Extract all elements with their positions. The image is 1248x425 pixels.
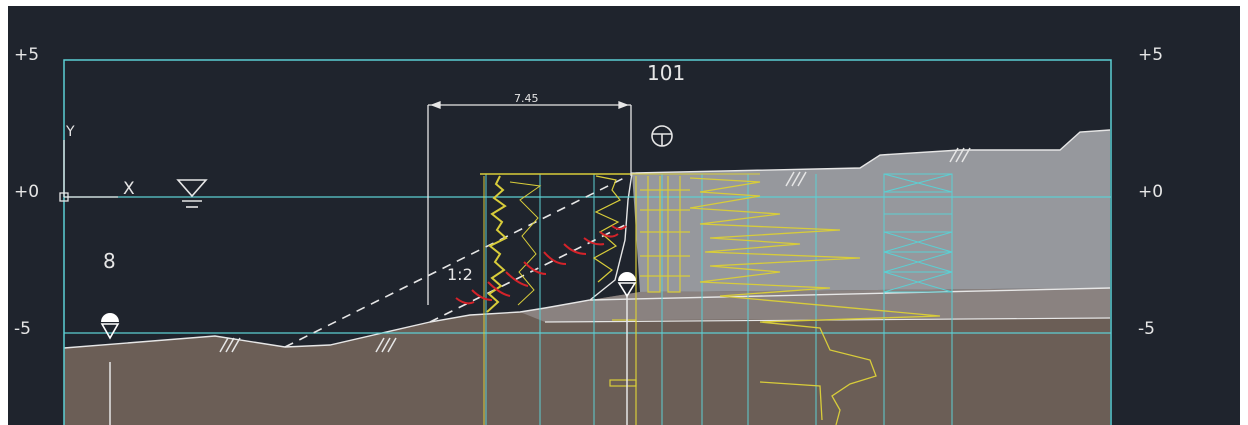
elevation-label-right: -5 (1138, 319, 1155, 339)
slope-ratio-label: 1:2 (447, 265, 473, 284)
elevation-label-right: +0 (1138, 182, 1163, 202)
zone-number: 8 (103, 249, 116, 273)
section-number: 101 (647, 61, 685, 85)
axis-label-y: Y (65, 124, 75, 140)
elevation-label-left: +0 (14, 182, 39, 202)
dimension-label: 7.45 (514, 92, 539, 105)
elevation-label-left: +5 (14, 45, 39, 65)
elevation-label-left: -5 (14, 319, 31, 339)
axis-label-x: X (123, 179, 135, 199)
cad-cross-section: +5 +0 -5 +5 +0 -5 101 7.45 1:2 8 Y X (0, 0, 1248, 425)
elevation-label-right: +5 (1138, 45, 1163, 65)
